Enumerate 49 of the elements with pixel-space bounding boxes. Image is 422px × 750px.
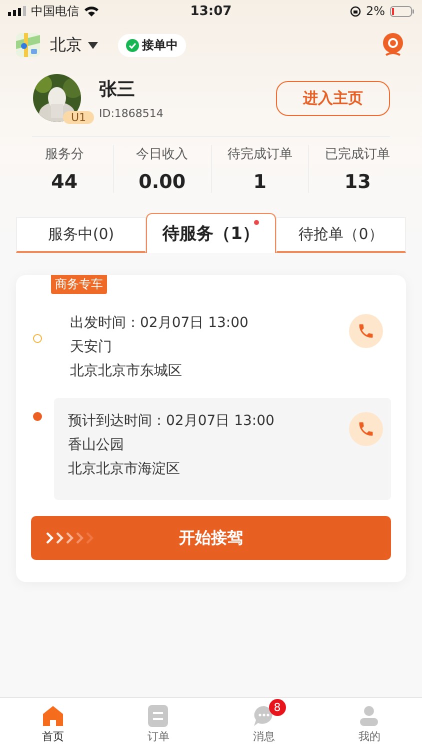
chat-icon — [252, 704, 275, 726]
wifi-icon — [84, 6, 99, 16]
phone-button[interactable] — [349, 314, 383, 348]
level-badge: U1 — [63, 111, 94, 124]
order-tag: 商务专车 — [51, 275, 107, 294]
phone-icon — [357, 322, 375, 340]
nav-item[interactable]: 我的 — [316, 698, 422, 750]
battery-icon — [390, 6, 414, 16]
tab[interactable]: 待服务（1） — [146, 213, 276, 253]
nav-item[interactable]: 消息 8 — [211, 698, 316, 750]
nav-item[interactable]: 首页 — [0, 698, 106, 750]
caret-icon[interactable] — [88, 42, 98, 48]
list-icon — [148, 704, 168, 726]
city-selector[interactable]: 北京 — [50, 34, 82, 56]
tab[interactable]: 服务中(0) — [16, 217, 146, 253]
stop-time: 预计到达时间：02月07日 13:00 — [68, 412, 274, 430]
order-card[interactable]: 商务专车 出发时间：02月07日 13:00 天安门 北京北京市东城区 预计到达时间：02月07日 13:00 香山公园 北京北京市海淀区 开始接驾 — [16, 275, 406, 582]
carrier: 中国电信 — [31, 2, 79, 20]
stat-label: 今日收入 — [136, 146, 188, 163]
battery-percent: 2% — [366, 4, 385, 18]
person-icon — [358, 704, 380, 726]
stat-value: 1 — [253, 171, 266, 193]
clock: 13:07 — [190, 4, 232, 18]
tab[interactable]: 待抢单（0） — [276, 217, 406, 253]
stop-address: 北京北京市东城区 — [70, 362, 183, 380]
unread-badge: 8 — [268, 699, 286, 716]
signal-icon — [8, 6, 26, 16]
stop-place: 香山公园 — [68, 436, 125, 454]
stop-time: 出发时间：02月07日 13:00 — [70, 314, 248, 332]
camera-icon[interactable] — [382, 33, 404, 57]
check-icon — [126, 38, 139, 52]
user-name: 张三 — [99, 78, 136, 100]
user-id: ID:1868514 — [99, 106, 164, 120]
nav-item[interactable]: 订单 — [106, 698, 211, 750]
stat-label: 待完成订单 — [227, 146, 292, 163]
phone-button[interactable] — [349, 412, 383, 446]
stat-value: 13 — [344, 171, 371, 193]
home-icon — [42, 704, 64, 726]
stat-value: 0.00 — [138, 171, 186, 193]
stat-label: 服务分 — [44, 146, 84, 163]
rotation-lock-icon — [350, 6, 361, 16]
status-pill[interactable]: 接单中 — [118, 34, 186, 56]
map-icon[interactable] — [16, 33, 40, 57]
stop-place: 天安门 — [70, 338, 113, 356]
phone-icon — [357, 420, 375, 438]
stop-address: 北京北京市海淀区 — [68, 460, 181, 478]
status-label: 接单中 — [142, 36, 178, 54]
stat-label: 已完成订单 — [325, 146, 390, 163]
stat-value: 44 — [51, 171, 78, 193]
